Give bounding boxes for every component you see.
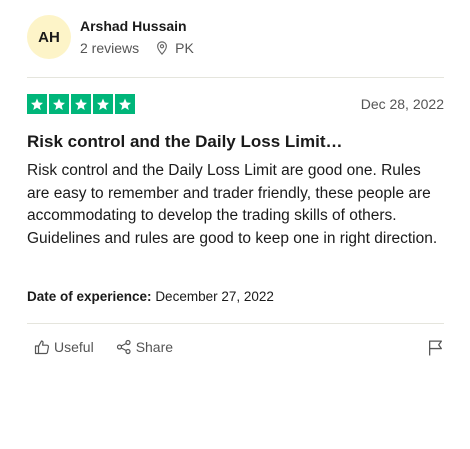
experience-date: December 27, 2022: [155, 289, 274, 304]
reviewer-country: PK: [175, 40, 194, 56]
review-body: Risk control and the Daily Loss Limit ar…: [27, 162, 438, 247]
reviewer-meta: 2 reviews PK: [80, 40, 194, 56]
divider: [27, 323, 444, 324]
review-count: 2 reviews: [80, 40, 140, 56]
useful-button[interactable]: Useful: [34, 339, 94, 355]
star-icon: [115, 94, 135, 114]
location-pin-icon: [155, 41, 169, 55]
star-icon: [49, 94, 69, 114]
reviewer-name[interactable]: Arshad Hussain: [80, 18, 187, 34]
share-label: Share: [135, 339, 174, 355]
review-actions: Useful Share: [34, 339, 173, 355]
report-flag-icon[interactable]: [427, 339, 444, 356]
useful-label: Useful: [54, 339, 94, 355]
star-icon: [93, 94, 113, 114]
experience-label: Date of experience:: [27, 289, 152, 304]
divider: [27, 77, 444, 78]
share-button[interactable]: Share: [116, 339, 173, 355]
review-card: AH Arshad Hussain 2 reviews PK Dec 28, 2…: [0, 0, 470, 449]
star-rating: [27, 94, 135, 114]
star-icon: [27, 94, 47, 114]
review-title[interactable]: Risk control and the Daily Loss Limit…: [27, 132, 343, 152]
date-of-experience: Date of experience: December 27, 2022: [27, 289, 274, 304]
avatar[interactable]: AH: [27, 15, 71, 59]
star-icon: [71, 94, 91, 114]
review-date: Dec 28, 2022: [360, 96, 444, 112]
share-icon: [116, 339, 136, 355]
thumbs-up-icon: [34, 339, 54, 355]
